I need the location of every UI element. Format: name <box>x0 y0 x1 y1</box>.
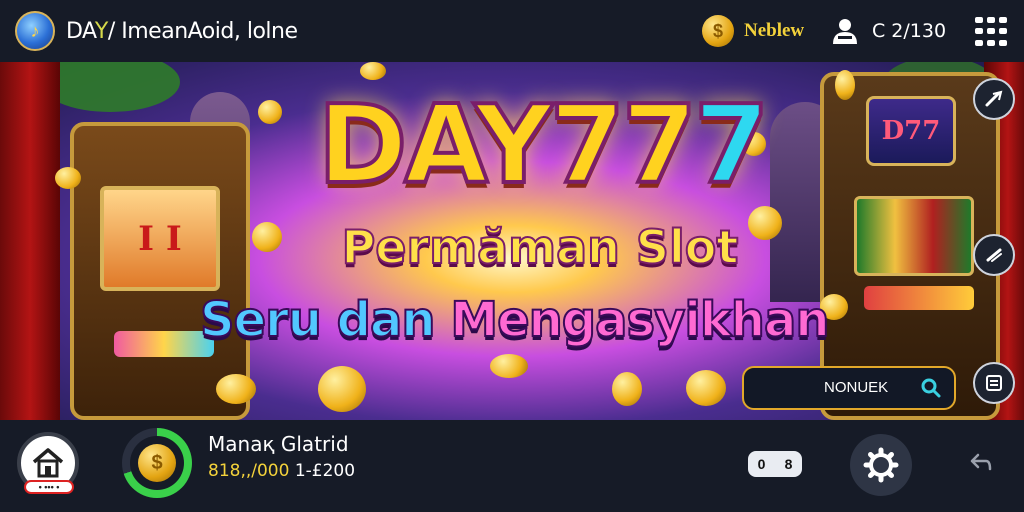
back-arrow-icon <box>970 453 992 471</box>
coin-decoration <box>216 374 256 404</box>
slot-machine-left: I I <box>70 122 250 420</box>
balance-label[interactable]: Neblew <box>744 20 804 42</box>
coin-decoration <box>686 370 726 406</box>
search-input[interactable]: NONUEK <box>742 366 956 410</box>
coin-decoration <box>835 70 855 100</box>
menu-grid-icon[interactable] <box>975 17 1007 47</box>
app-title: DAY/ ImeanAoid, lolne <box>66 19 298 44</box>
coin-icon[interactable]: $ <box>702 15 734 47</box>
back-button[interactable] <box>960 448 1000 482</box>
hero-banner: I I D77 DAY777 Permăman Slot Seru dan Me… <box>0 62 1024 420</box>
coin-decoration <box>258 100 282 124</box>
coin-decoration <box>252 222 282 252</box>
slash-button[interactable] <box>973 234 1015 276</box>
search-input-text: NONUEK <box>824 379 889 396</box>
coin-icon: $ <box>138 444 176 482</box>
search-icon[interactable] <box>920 377 942 399</box>
logo-icon[interactable]: ♪ <box>15 11 55 51</box>
curtain-decoration <box>0 62 60 420</box>
slash-icon <box>986 248 1002 262</box>
settings-button[interactable] <box>850 434 912 496</box>
bottom-bar: • ••• • $ Manaқ Glatrid 818,,/000 1-£200… <box>0 420 1024 512</box>
coin-decoration <box>612 372 642 406</box>
home-icon <box>32 448 64 478</box>
pen-icon <box>985 90 1003 107</box>
user-icon[interactable] <box>830 16 860 46</box>
coin-decoration <box>490 354 528 378</box>
banner-title: DAY777 <box>316 83 772 208</box>
home-badge: • ••• • <box>24 480 74 494</box>
palm-leaves-decoration <box>40 62 180 112</box>
coin-decoration <box>360 62 386 80</box>
slot-machine-screen: I I <box>100 186 220 291</box>
counter-text: C 2/130 <box>872 20 947 42</box>
player-name: Manaқ Glatrid <box>208 432 349 456</box>
slot-machine-marquee: D77 <box>866 96 956 166</box>
coin-decoration <box>318 366 366 412</box>
list-button[interactable] <box>973 362 1015 404</box>
coin-decoration <box>55 167 81 189</box>
coin-progress-ring[interactable]: $ <box>122 428 192 498</box>
banner-subtitle: Permăman Slot <box>341 219 740 275</box>
slot-machine-reels <box>854 196 974 276</box>
toggle-switch[interactable]: 08 <box>748 451 802 477</box>
player-stats: 818,,/000 1-£200 <box>208 461 356 481</box>
slot-machine-buttons <box>114 331 214 357</box>
banner-tagline: Seru dan Mengasyikhan <box>199 291 831 349</box>
list-icon <box>986 375 1002 391</box>
settings-gear-icon <box>863 447 899 483</box>
top-bar: ♪ DAY/ ImeanAoid, lolne $ Neblew C 2/130 <box>0 0 1024 62</box>
pen-button[interactable] <box>973 78 1015 120</box>
slot-machine-buttons <box>864 286 974 310</box>
